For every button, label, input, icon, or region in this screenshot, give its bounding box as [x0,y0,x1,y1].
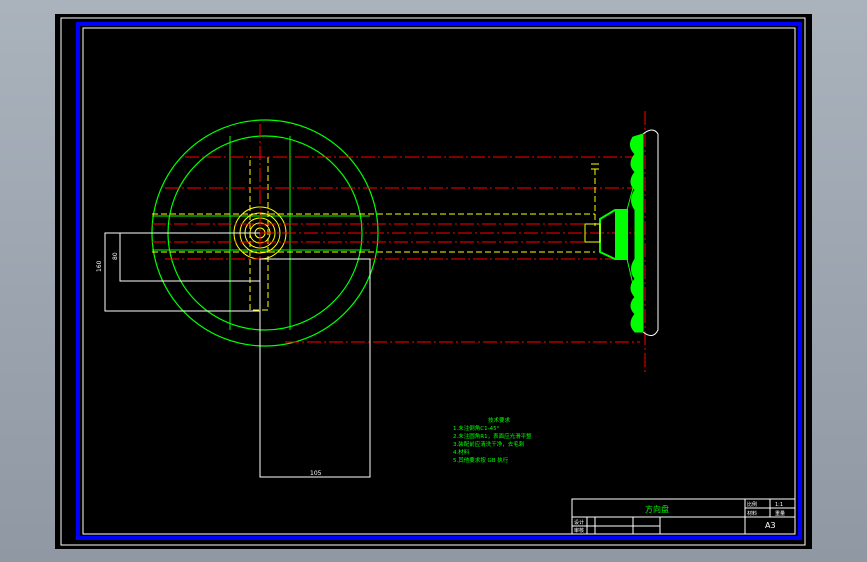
title-block-ratio-value: 1:1 [775,502,783,508]
drawing-sheet: 160 80 105 技术要求 1.未注倒角C1-45° 2.未注圆角R1，表面… [55,14,812,549]
dimension-lines [104,232,371,478]
title-block [571,498,796,535]
title-block-weight-label: 重量 [775,510,785,517]
dim-bottom-box [259,258,371,478]
title-block-check-label: 审核 [574,527,584,534]
notes-line-5: 5.其他要求按 GB 执行 [453,456,509,464]
hidden-lines [152,169,596,253]
cad-viewport: 160 80 105 技术要求 1.未注倒角C1-45° 2.未注圆角R1，表面… [0,0,867,562]
title-block-drawn-label: 设计 [574,519,584,526]
notes-line-1: 1.未注倒角C1-45° [453,424,500,432]
side-rim-grip [629,133,644,333]
side-hub-fill [615,210,627,259]
title-block-material-label: 材料 [747,510,757,517]
notes-line-4: 4.材料 [453,448,470,456]
drawing-canvas: 160 80 105 技术要求 1.未注倒角C1-45° 2.未注圆角R1，表面… [60,17,806,546]
dim-label-outer: 160 [96,260,103,272]
dim-inner-box [119,232,260,282]
notes-line-3: 3.装配前应清洗干净，去毛刺 [453,440,525,448]
dim-label-bottom: 105 [310,470,322,477]
title-block-ratio-label: 比例 [747,501,757,508]
technical-notes: 技术要求 1.未注倒角C1-45° 2.未注圆角R1，表面应光滑平整 3.装配前… [453,416,532,464]
notes-line-2: 2.未注圆角R1，表面应光滑平整 [453,432,532,440]
notes-heading: 技术要求 [488,416,511,424]
title-block-sheet-size: A3 [765,521,776,530]
title-block-name: 方向盘 [645,504,669,514]
centerlines [150,111,646,374]
dim-label-inner: 80 [112,252,119,260]
